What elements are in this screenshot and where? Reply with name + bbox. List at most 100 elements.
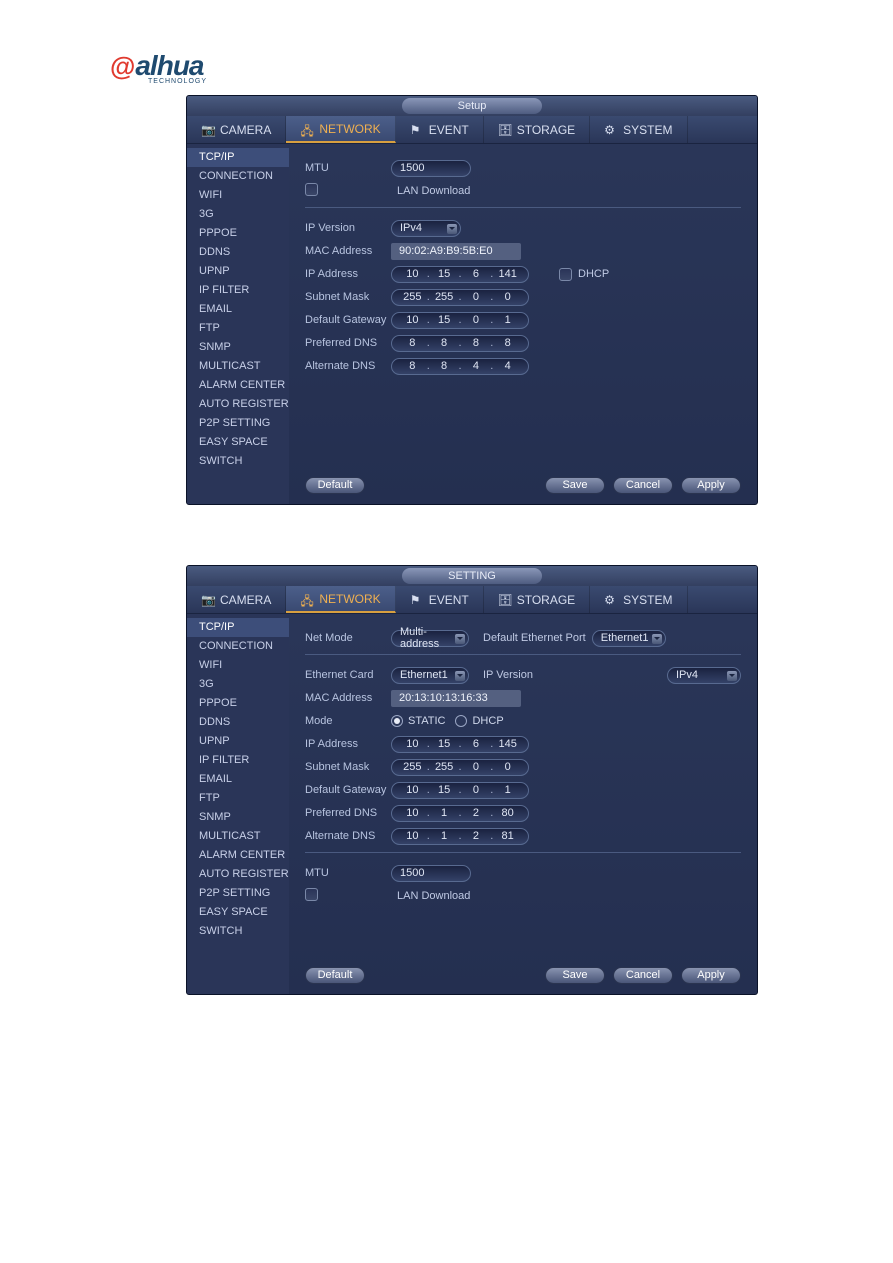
sidebar-item-upnp[interactable]: UPNP bbox=[187, 262, 289, 281]
sidebar-item-tcpip[interactable]: TCP/IP bbox=[187, 148, 289, 167]
sidebar-item-ftp[interactable]: FTP bbox=[187, 789, 289, 808]
adns-label: Alternate DNS bbox=[305, 830, 391, 842]
mtu-input[interactable]: 1500 bbox=[391, 865, 471, 882]
tab-system[interactable]: ⚙SYSTEM bbox=[590, 116, 687, 143]
sidebar-item-connection[interactable]: CONNECTION bbox=[187, 637, 289, 656]
tab-camera[interactable]: 📷CAMERA bbox=[187, 586, 286, 613]
divider bbox=[305, 852, 741, 853]
sidebar-item-wifi[interactable]: WIFI bbox=[187, 186, 289, 205]
subnet-input[interactable]: 255. 255. 0. 0 bbox=[391, 289, 529, 306]
cancel-button[interactable]: Cancel bbox=[613, 967, 673, 984]
gateway-input[interactable]: 10. 15. 0. 1 bbox=[391, 782, 529, 799]
save-button[interactable]: Save bbox=[545, 477, 605, 494]
sidebar-item-p2p[interactable]: P2P SETTING bbox=[187, 884, 289, 903]
logo-swoosh-icon: @ bbox=[110, 51, 135, 81]
sidebar-item-tcpip[interactable]: TCP/IP bbox=[187, 618, 289, 637]
save-button[interactable]: Save bbox=[545, 967, 605, 984]
lan-download-label: LAN Download bbox=[397, 890, 470, 902]
sidebar-item-wifi[interactable]: WIFI bbox=[187, 656, 289, 675]
gateway-input[interactable]: 10. 15. 0. 1 bbox=[391, 312, 529, 329]
dhcp-radio[interactable] bbox=[455, 715, 467, 727]
sidebar-item-switch[interactable]: SWITCH bbox=[187, 452, 289, 471]
sidebar-item-connection[interactable]: CONNECTION bbox=[187, 167, 289, 186]
tab-event[interactable]: ⚑EVENT bbox=[396, 586, 484, 613]
tab-system[interactable]: ⚙SYSTEM bbox=[590, 586, 687, 613]
ipversion-label: IP Version bbox=[305, 222, 391, 234]
sidebar-item-alarmcenter[interactable]: ALARM CENTER bbox=[187, 376, 289, 395]
ipver-select[interactable]: IPv4 bbox=[667, 667, 741, 684]
main-tabs: 📷CAMERA 🖧NETWORK ⚑EVENT 🗄STORAGE ⚙SYSTEM bbox=[187, 116, 757, 144]
sidebar-item-easyspace[interactable]: EASY SPACE bbox=[187, 903, 289, 922]
ethcard-label: Ethernet Card bbox=[305, 669, 391, 681]
titlebar: SETTING bbox=[187, 566, 757, 586]
sidebar-item-upnp[interactable]: UPNP bbox=[187, 732, 289, 751]
sidebar-item-p2p[interactable]: P2P SETTING bbox=[187, 414, 289, 433]
sidebar-item-pppoe[interactable]: PPPOE bbox=[187, 694, 289, 713]
dhcp-label: DHCP bbox=[472, 715, 503, 727]
pdns-input[interactable]: 10. 1. 2. 80 bbox=[391, 805, 529, 822]
sidebar-item-email[interactable]: EMAIL bbox=[187, 770, 289, 789]
settings-panel: Net Mode Multi-address Default Ethernet … bbox=[289, 614, 757, 994]
netmode-select[interactable]: Multi-address bbox=[391, 630, 469, 647]
logo: @alhua TECHNOLOGY bbox=[110, 50, 893, 85]
divider bbox=[305, 207, 741, 208]
sidebar-item-ftp[interactable]: FTP bbox=[187, 319, 289, 338]
tab-network[interactable]: 🖧NETWORK bbox=[286, 116, 395, 143]
sidebar-item-autoregister[interactable]: AUTO REGISTER bbox=[187, 865, 289, 884]
apply-button[interactable]: Apply bbox=[681, 477, 741, 494]
sidebar-item-easyspace[interactable]: EASY SPACE bbox=[187, 433, 289, 452]
sidebar-item-ddns[interactable]: DDNS bbox=[187, 243, 289, 262]
tab-storage[interactable]: 🗄STORAGE bbox=[484, 586, 590, 613]
subnet-input[interactable]: 255. 255. 0. 0 bbox=[391, 759, 529, 776]
ipaddr-input[interactable]: 10. 15. 6. 141 bbox=[391, 266, 529, 283]
adns-label: Alternate DNS bbox=[305, 360, 391, 372]
mac-label: MAC Address bbox=[305, 692, 391, 704]
sidebar-item-pppoe[interactable]: PPPOE bbox=[187, 224, 289, 243]
event-icon: ⚑ bbox=[410, 123, 424, 137]
sidebar-item-switch[interactable]: SWITCH bbox=[187, 922, 289, 941]
mtu-label: MTU bbox=[305, 867, 391, 879]
cancel-button[interactable]: Cancel bbox=[613, 477, 673, 494]
sidebar-item-snmp[interactable]: SNMP bbox=[187, 338, 289, 357]
sidebar-item-ddns[interactable]: DDNS bbox=[187, 713, 289, 732]
pdns-label: Preferred DNS bbox=[305, 337, 391, 349]
defport-select[interactable]: Ethernet1 bbox=[592, 630, 666, 647]
mtu-input[interactable]: 1500 bbox=[391, 160, 471, 177]
tab-storage[interactable]: 🗄STORAGE bbox=[484, 116, 590, 143]
network-icon: 🖧 bbox=[300, 122, 314, 136]
sidebar-item-autoregister[interactable]: AUTO REGISTER bbox=[187, 395, 289, 414]
defport-label: Default Ethernet Port bbox=[483, 632, 586, 644]
adns-input[interactable]: 8. 8. 4. 4 bbox=[391, 358, 529, 375]
pdns-input[interactable]: 8. 8. 8. 8 bbox=[391, 335, 529, 352]
sidebar-item-ipfilter[interactable]: IP FILTER bbox=[187, 281, 289, 300]
static-radio[interactable] bbox=[391, 715, 403, 727]
default-button[interactable]: Default bbox=[305, 477, 365, 494]
ipversion-select[interactable]: IPv4 bbox=[391, 220, 461, 237]
sidebar-item-multicast[interactable]: MULTICAST bbox=[187, 357, 289, 376]
adns-input[interactable]: 10. 1. 2. 81 bbox=[391, 828, 529, 845]
ethcard-select[interactable]: Ethernet1 bbox=[391, 667, 469, 684]
dhcp-checkbox[interactable] bbox=[559, 268, 572, 281]
sidebar-item-email[interactable]: EMAIL bbox=[187, 300, 289, 319]
default-button[interactable]: Default bbox=[305, 967, 365, 984]
sidebar-item-snmp[interactable]: SNMP bbox=[187, 808, 289, 827]
mac-value: 90:02:A9:B9:5B:E0 bbox=[391, 243, 521, 260]
ipaddr-label: IP Address bbox=[305, 738, 391, 750]
tab-network[interactable]: 🖧NETWORK bbox=[286, 586, 395, 613]
sidebar-item-alarmcenter[interactable]: ALARM CENTER bbox=[187, 846, 289, 865]
tab-camera[interactable]: 📷CAMERA bbox=[187, 116, 286, 143]
lan-download-checkbox[interactable] bbox=[305, 888, 318, 901]
tab-event[interactable]: ⚑EVENT bbox=[396, 116, 484, 143]
storage-icon: 🗄 bbox=[498, 593, 512, 607]
sidebar-item-3g[interactable]: 3G bbox=[187, 205, 289, 224]
lan-download-checkbox[interactable] bbox=[305, 183, 318, 196]
apply-button[interactable]: Apply bbox=[681, 967, 741, 984]
sidebar: TCP/IP CONNECTION WIFI 3G PPPOE DDNS UPN… bbox=[187, 144, 289, 504]
sidebar-item-3g[interactable]: 3G bbox=[187, 675, 289, 694]
system-icon: ⚙ bbox=[604, 593, 618, 607]
settings-panel: MTU 1500 LAN Download IP Version IPv4 MA… bbox=[289, 144, 757, 504]
sidebar-item-ipfilter[interactable]: IP FILTER bbox=[187, 751, 289, 770]
sidebar-item-multicast[interactable]: MULTICAST bbox=[187, 827, 289, 846]
ipaddr-input[interactable]: 10. 15. 6. 145 bbox=[391, 736, 529, 753]
ipver-label: IP Version bbox=[483, 669, 533, 681]
